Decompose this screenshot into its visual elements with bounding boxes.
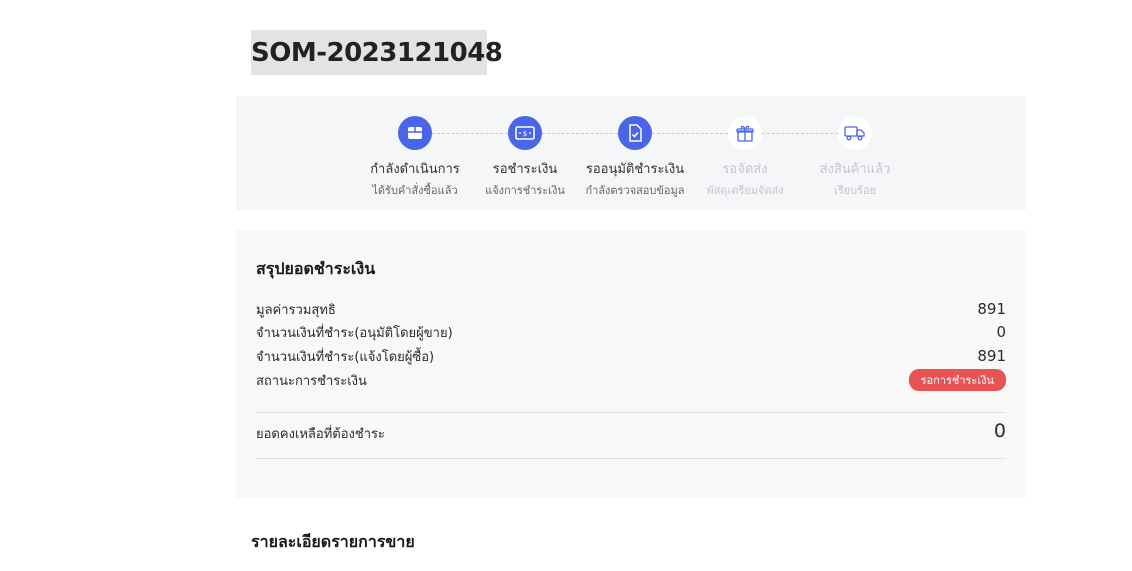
balance-due-row: ยอดคงเหลือที่ต้องชำระ 0 bbox=[256, 420, 1006, 444]
balance-value: 0 bbox=[993, 420, 1006, 442]
balance-label: ยอดคงเหลือที่ต้องชำระ bbox=[256, 427, 385, 442]
sale-details-heading: รายละเอียดรายการขาย bbox=[251, 532, 415, 551]
row-label: จำนวนเงินที่ชำระ(อนุมัติโดยผู้ขาย) bbox=[256, 325, 453, 341]
summary-row-net-total: มูลค่ารวมสุทธิ 891 bbox=[256, 298, 1006, 320]
summary-title: สรุปยอดชำระเงิน bbox=[256, 259, 376, 278]
divider bbox=[256, 412, 1006, 413]
row-value: 891 bbox=[977, 347, 1006, 365]
row-label: จำนวนเงินที่ชำระ(แจ้งโดยผู้ซื้อ) bbox=[256, 349, 435, 365]
row-label: มูลค่ารวมสุทธิ bbox=[256, 302, 336, 318]
divider bbox=[256, 458, 1006, 459]
summary-row-paid-reported: จำนวนเงินที่ชำระ(แจ้งโดยผู้ซื้อ) 891 bbox=[256, 345, 1006, 367]
order-id-text: SOM-2023121048 bbox=[251, 37, 503, 68]
row-value: 0 bbox=[996, 323, 1006, 341]
payment-summary-card: สรุปยอดชำระเงิน มูลค่ารวมสุทธิ 891 จำนวน… bbox=[236, 230, 1026, 498]
svg-text:$: $ bbox=[523, 130, 527, 138]
box-icon bbox=[398, 116, 432, 150]
summary-row-payment-status: สถานะการชำระเงิน รอการชำระเงิน bbox=[256, 369, 1006, 391]
step-title: ส่งสินค้าแล้ว bbox=[819, 162, 891, 177]
order-progress-stepper: กำลังดำเนินการ ได้รับคำสั่งซื้อแล้ว $ รอ… bbox=[236, 96, 1026, 210]
order-id-heading: SOM-2023121048 bbox=[251, 30, 503, 75]
summary-row-paid-approved: จำนวนเงินที่ชำระ(อนุมัติโดยผู้ขาย) 0 bbox=[256, 321, 1006, 343]
step-shipped: ส่งสินค้าแล้ว เรียบร้อย bbox=[790, 116, 920, 199]
status-badge: รอการชำระเงิน bbox=[908, 369, 1006, 391]
row-label: สถานะการชำระเงิน bbox=[256, 373, 367, 389]
step-subtitle: เรียบร้อย bbox=[833, 184, 877, 197]
truck-icon bbox=[838, 116, 872, 150]
gift-box-icon bbox=[728, 116, 762, 150]
document-check-icon bbox=[618, 116, 652, 150]
row-value: 891 bbox=[977, 300, 1006, 318]
cash-icon: $ bbox=[508, 116, 542, 150]
